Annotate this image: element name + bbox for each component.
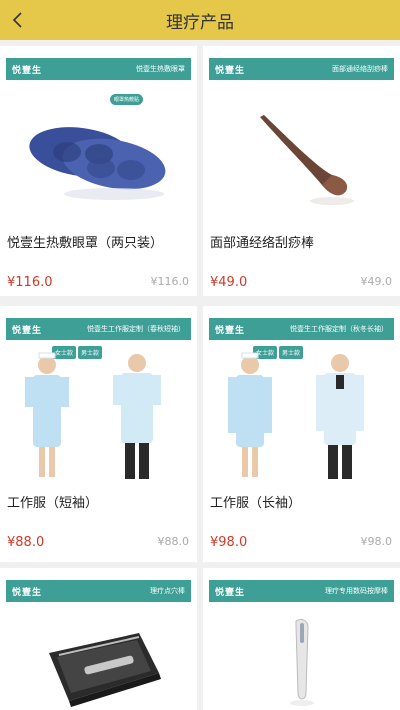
long-sleeve-uniform-image [203,342,400,492]
gua-sha-image [203,82,400,232]
product-card[interactable]: 悦壹生 悦壹生工作服定制（秋冬长袖） 女士款 男士款 工作服（长袖） ¥98.0… [203,306,400,562]
beauty-device-image [203,608,400,710]
eye-mask-image [0,82,197,232]
back-button[interactable] [4,6,32,34]
brand-logo: 悦壹生 [12,325,43,336]
massage-pen-case-image [0,608,197,710]
product-price: ¥98.0 [210,535,248,550]
brand-logo: 悦壹生 [215,65,246,76]
banner-text: 面部通经络刮痧棒 [332,65,388,73]
page-title: 理疗产品 [166,12,234,33]
product-price: ¥116.0 [7,275,53,290]
product-name: 工作服（短袖） [7,496,99,511]
product-card[interactable]: 悦壹生 面部通经络刮痧棒 面部通经络刮痧棒 ¥49.0 ¥49.0 [203,46,400,296]
product-price: ¥49.0 [210,275,248,290]
banner-text: 理疗专用数码按摩棒 [325,587,388,595]
product-card[interactable]: 悦壹生 理疗专用数码按摩棒 [203,568,400,710]
product-original-price: ¥88.0 [157,535,190,548]
product-card[interactable]: 悦壹生 悦壹生工作服定制（春秋短袖） 女士款 男士款 工作服（短袖） ¥88.0… [0,306,197,562]
chevron-left-icon [12,12,22,28]
product-price: ¥88.0 [7,535,45,550]
product-original-price: ¥98.0 [360,535,393,548]
product-banner: 悦壹生 悦壹生热敷眼罩 [6,58,191,80]
banner-text: 悦壹生热敷眼罩 [136,65,185,73]
product-banner: 悦壹生 理疗点穴棒 [6,580,191,602]
banner-text: 理疗点穴棒 [150,587,185,595]
brand-logo: 悦壹生 [12,65,43,76]
header-bar: 理疗产品 [0,0,400,40]
banner-text: 悦壹生工作服定制（春秋短袖） [87,325,185,333]
product-banner: 悦壹生 悦壹生工作服定制（秋冬长袖） [209,318,394,340]
product-card[interactable]: 悦壹生 悦壹生热敷眼罩 眼罩热敷贴 悦壹生热敷眼罩（两只装） ¥116.0 ¥1… [0,46,197,296]
product-banner: 悦壹生 面部通经络刮痧棒 [209,58,394,80]
product-name: 悦壹生热敷眼罩（两只装） [7,236,164,251]
product-card[interactable]: 悦壹生 理疗点穴棒 [0,568,197,710]
product-name: 工作服（长袖） [210,496,302,511]
brand-logo: 悦壹生 [12,587,43,598]
product-original-price: ¥116.0 [150,275,190,288]
banner-text: 悦壹生工作服定制（秋冬长袖） [290,325,388,333]
product-banner: 悦壹生 理疗专用数码按摩棒 [209,580,394,602]
product-name: 面部通经络刮痧棒 [210,236,315,251]
short-sleeve-uniform-image [0,342,197,492]
product-original-price: ¥49.0 [360,275,393,288]
brand-logo: 悦壹生 [215,325,246,336]
product-banner: 悦壹生 悦壹生工作服定制（春秋短袖） [6,318,191,340]
brand-logo: 悦壹生 [215,587,246,598]
